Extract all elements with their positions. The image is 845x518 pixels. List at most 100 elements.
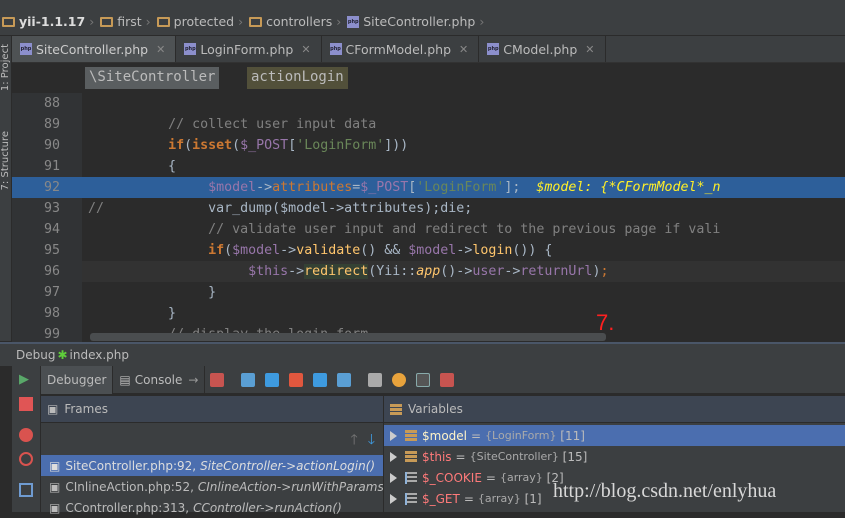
- frame-row[interactable]: ▣ CInlineAction.php:52, CInlineAction->run…: [41, 476, 383, 497]
- run-to-cursor-icon[interactable]: [337, 372, 352, 387]
- code-line: if(isset($_POST['LoginForm'])): [168, 138, 409, 153]
- restore-layout-icon[interactable]: [440, 372, 455, 387]
- code-line: if($model->validate() && $model->login()…: [208, 243, 553, 258]
- frames-nav: 🡑 🡓: [41, 423, 383, 455]
- show-execution-point-icon[interactable]: [210, 372, 225, 387]
- tab-loginform[interactable]: php LoginForm.php ✕: [176, 36, 322, 62]
- execution-line: $model->attributes=$_POST['LoginForm']; …: [82, 177, 845, 198]
- php-file-icon: php: [184, 43, 197, 55]
- folder-icon: [156, 16, 170, 27]
- variable-row[interactable]: $this = {SiteController} [15]: [384, 446, 845, 467]
- stop-icon[interactable]: [19, 397, 33, 411]
- close-icon[interactable]: ✕: [585, 43, 594, 56]
- step-out-icon[interactable]: [313, 372, 328, 387]
- tab-cformmodel[interactable]: php CFormModel.php ✕: [322, 36, 480, 62]
- breadcrumb-file[interactable]: php SiteController.php ›: [347, 14, 484, 29]
- line-number: 93: [43, 201, 60, 216]
- debug-side-toolbar: ▶: [12, 366, 41, 512]
- code-line: $this->redirect(Yii::app()->user->return…: [82, 261, 845, 282]
- line-number: 95: [43, 243, 60, 258]
- debug-title-bar: Debug ✱ index.php: [0, 342, 845, 366]
- folder-icon: [249, 16, 263, 27]
- inline-debug-value: $model: {*CFormModel*_n: [536, 180, 721, 195]
- code-line: // validate user input and redirect to t…: [208, 222, 721, 237]
- breadcrumb-controllers[interactable]: controllers ›: [249, 14, 341, 29]
- layout-icon[interactable]: [19, 483, 33, 497]
- step-into-icon[interactable]: [265, 372, 280, 387]
- line-number: 91: [43, 159, 60, 174]
- code-line: }: [88, 285, 217, 300]
- expand-icon[interactable]: [390, 451, 397, 462]
- project-tool-tab[interactable]: 1: Project: [0, 44, 11, 91]
- method-breadcrumb: \SiteController actionLogin: [12, 63, 845, 93]
- line-number: 88: [43, 96, 60, 111]
- frame-icon: ▣: [49, 500, 61, 515]
- show-values-inline-icon[interactable]: [416, 372, 431, 387]
- horizontal-scrollbar[interactable]: [90, 333, 606, 341]
- annotation-number: 7.: [596, 310, 615, 335]
- resume-icon[interactable]: ▶: [19, 372, 33, 387]
- code-line: }: [88, 306, 177, 321]
- force-step-into-icon[interactable]: [289, 372, 304, 387]
- line-number: 98: [43, 306, 60, 321]
- frame-icon: ▣: [49, 479, 61, 494]
- code-editor[interactable]: // collect user input data if(isset($_PO…: [82, 93, 845, 343]
- line-number: 89: [43, 117, 60, 132]
- folder-icon: [2, 16, 15, 27]
- breadcrumb-project[interactable]: yii-1.1.17 ›: [2, 14, 94, 29]
- frame-row[interactable]: ▣ CController.php:313, CController->runAct…: [41, 497, 383, 518]
- console-icon: ▤: [119, 372, 131, 387]
- arrow-down-icon[interactable]: 🡓: [368, 432, 375, 448]
- close-icon[interactable]: ✕: [156, 43, 165, 56]
- line-number: 97: [43, 285, 60, 300]
- watermark: http://blog.csdn.net/enlyhua: [553, 480, 777, 502]
- breadcrumb-first[interactable]: first ›: [100, 14, 151, 29]
- folder-icon: [100, 16, 114, 27]
- tab-sitecontroller[interactable]: php SiteController.php ✕: [12, 36, 177, 62]
- code-line: // var_dump($model->attributes);die;: [88, 201, 473, 216]
- tab-console[interactable]: ▤ Console →: [113, 365, 206, 394]
- array-icon: [405, 471, 417, 484]
- object-icon: [405, 430, 417, 441]
- tab-cmodel[interactable]: php CModel.php ✕: [479, 36, 606, 62]
- close-icon[interactable]: ✕: [459, 43, 468, 56]
- code-line: {: [88, 159, 177, 174]
- menu-bar[interactable]: [0, 0, 845, 8]
- php-file-icon: php: [20, 43, 32, 55]
- left-tool-strip: 1: Project 7: Structure: [0, 36, 12, 341]
- variables-header: Variables: [384, 396, 845, 423]
- line-gutter: 88 89 90 91 92 93 94 95 96 97 98 99: [12, 93, 82, 343]
- pin-icon: →: [188, 372, 199, 387]
- method-crumb[interactable]: actionLogin: [247, 67, 348, 89]
- frames-panel: ▣ Frames 🡑 🡓 ▣ SiteController.php:92, SiteCo…: [41, 396, 383, 515]
- debugger-toolbar: Debugger ▤ Console →: [41, 365, 845, 394]
- close-icon[interactable]: ✕: [301, 43, 310, 56]
- structure-tool-tab[interactable]: 7: Structure: [0, 131, 11, 190]
- mute-breakpoints-icon[interactable]: [19, 452, 33, 466]
- class-crumb[interactable]: \SiteController: [85, 67, 220, 89]
- array-icon: [405, 492, 417, 505]
- watch-icon[interactable]: [392, 372, 407, 387]
- expand-icon[interactable]: [390, 472, 397, 483]
- bug-icon: ✱: [57, 348, 68, 362]
- editor-tabs: php SiteController.php ✕ php LoginForm.php ✕…: [12, 36, 845, 63]
- arrow-up-icon[interactable]: 🡑: [350, 432, 357, 448]
- step-over-icon[interactable]: [241, 372, 256, 387]
- breadcrumb-protected[interactable]: protected ›: [156, 14, 243, 29]
- line-number: 92: [12, 177, 82, 198]
- line-number: 94: [43, 222, 60, 237]
- line-number: 90: [43, 138, 60, 153]
- view-breakpoints-icon[interactable]: [19, 428, 33, 442]
- variable-row[interactable]: $model = {LoginForm} [11]: [384, 425, 845, 446]
- frames-header: ▣ Frames: [41, 396, 383, 423]
- evaluate-expression-icon[interactable]: [368, 372, 383, 387]
- php-file-icon: php: [329, 43, 342, 55]
- expand-icon[interactable]: [390, 493, 397, 504]
- code-line: // collect user input data: [168, 117, 377, 132]
- frames-icon: ▣: [47, 402, 59, 416]
- object-icon: [405, 451, 417, 462]
- frame-row[interactable]: ▣ SiteController.php:92, SiteController->a…: [41, 455, 383, 476]
- tab-debugger[interactable]: Debugger: [41, 365, 114, 394]
- breadcrumb: yii-1.1.17 › first › protected › controller…: [0, 8, 845, 36]
- expand-icon[interactable]: [390, 430, 397, 441]
